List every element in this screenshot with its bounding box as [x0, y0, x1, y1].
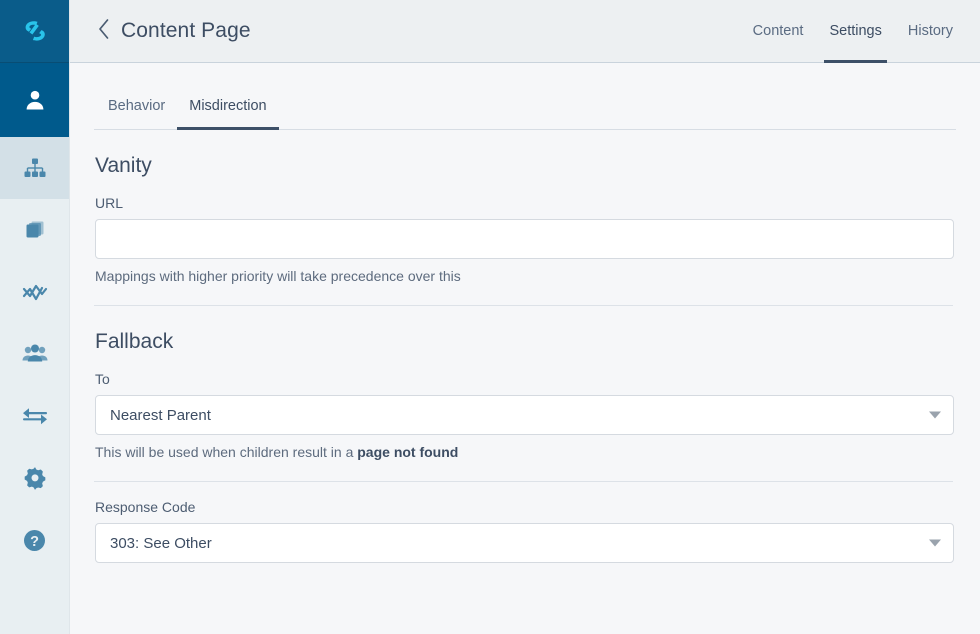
sidebar-item-analytics[interactable]	[0, 261, 69, 323]
primary-sidebar: ?	[0, 0, 70, 634]
sidebar-item-settings[interactable]	[0, 447, 69, 509]
sidebar-item-pages[interactable]	[0, 199, 69, 261]
chevron-left-icon	[97, 18, 111, 45]
fallback-to-select[interactable]: Nearest Parent	[95, 395, 954, 435]
response-code-value: 303: See Other	[110, 534, 212, 552]
layers-icon	[23, 218, 47, 242]
page-title: Content Page	[121, 19, 251, 42]
sidebar-item-redirects[interactable]	[0, 385, 69, 447]
s-curve-logo-icon	[18, 14, 52, 48]
header-nav: Content Settings History	[740, 0, 953, 63]
hint-fallback-strong: page not found	[357, 444, 459, 460]
chevron-down-icon	[929, 411, 941, 419]
section-divider-2	[94, 481, 953, 482]
exchange-icon	[21, 405, 49, 427]
field-fallback-to: To Nearest Parent This will be used when…	[94, 371, 956, 460]
url-input[interactable]	[95, 219, 954, 259]
hint-fallback-to: This will be used when children result i…	[95, 444, 956, 460]
header-nav-settings[interactable]: Settings	[816, 0, 894, 63]
users-icon	[22, 342, 48, 366]
hint-fallback-prefix: This will be used when children result i…	[95, 444, 358, 460]
label-response-code: Response Code	[95, 499, 196, 515]
response-code-select[interactable]: 303: See Other	[95, 523, 954, 563]
field-response-code: Response Code 303: See Other	[94, 499, 956, 563]
header-nav-content[interactable]: Content	[740, 0, 817, 63]
app-root: ? Content Page Content Settings History	[0, 0, 980, 634]
sidebar-item-audiences[interactable]	[0, 323, 69, 385]
subtabs: Behavior Misdirection	[94, 63, 956, 130]
sitemap-icon	[23, 156, 47, 180]
line-chart-icon	[22, 280, 48, 304]
app-logo[interactable]	[0, 0, 69, 63]
back-button[interactable]	[97, 16, 119, 46]
header-nav-history[interactable]: History	[895, 0, 953, 63]
help-circle-icon: ?	[22, 528, 47, 553]
sidebar-item-help[interactable]: ?	[0, 509, 69, 571]
section-title-vanity: Vanity	[95, 154, 152, 177]
sidebar-item-sitemap[interactable]	[0, 137, 69, 199]
chevron-down-icon	[929, 539, 941, 547]
gear-icon	[23, 466, 47, 490]
svg-text:?: ?	[30, 534, 39, 550]
settings-form: Vanity URL Mappings with higher priority…	[70, 130, 980, 634]
section-title-fallback: Fallback	[95, 330, 174, 353]
user-icon	[23, 88, 47, 112]
field-vanity-url: URL Mappings with higher priority will t…	[94, 195, 956, 284]
subtabs-container: Behavior Misdirection	[70, 63, 980, 130]
main-region: Content Page Content Settings History Be…	[70, 0, 980, 634]
label-to: To	[95, 371, 110, 387]
fallback-to-value: Nearest Parent	[110, 406, 211, 424]
page-header: Content Page Content Settings History	[70, 0, 980, 63]
section-divider	[94, 305, 953, 306]
tab-misdirection[interactable]: Misdirection	[177, 98, 279, 130]
label-url: URL	[95, 195, 124, 211]
sidebar-item-user[interactable]	[0, 63, 69, 137]
tab-behavior[interactable]: Behavior	[96, 98, 177, 130]
hint-url: Mappings with higher priority will take …	[95, 268, 461, 284]
